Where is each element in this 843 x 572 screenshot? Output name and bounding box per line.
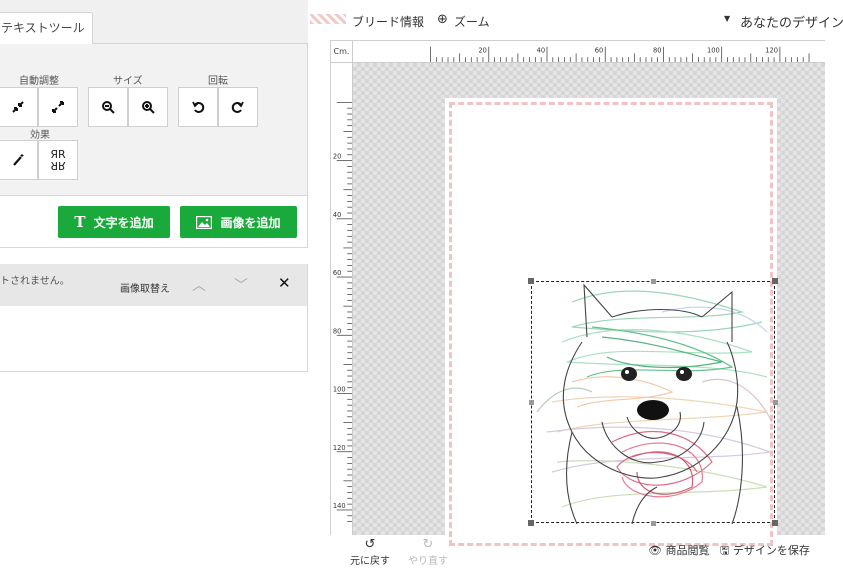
ruler-label: 80 (653, 46, 661, 54)
ruler-label: 140 (333, 502, 346, 510)
ruler-label: 20 (333, 153, 342, 161)
zoom-out-button[interactable] (88, 87, 128, 127)
redo-button[interactable]: ↻ やり直す (408, 537, 448, 568)
layer-message: トされません。 (0, 276, 70, 287)
ruler-label: 100 (333, 386, 346, 394)
chevron-up-icon[interactable]: ︿ (192, 275, 206, 295)
rotate-left-icon (192, 101, 205, 113)
save-icon: 🖫 (720, 544, 730, 557)
magic-wand-button[interactable] (0, 140, 38, 180)
tab-strip: テキストツール (0, 0, 308, 45)
zoom-in-icon (142, 101, 155, 114)
resize-handle-left[interactable] (529, 400, 534, 405)
ruler-label: 40 (537, 46, 546, 54)
selected-image[interactable] (531, 281, 775, 524)
zoom-out-icon (102, 101, 115, 114)
add-text-label: 文字を追加 (93, 215, 154, 230)
left-panel: テキストツール 自動調整 サイズ 回転 効果 ЯR ЯR T 文字を追加 画像を… (0, 0, 308, 572)
ruler-label: 40 (333, 211, 342, 219)
resize-handle-right[interactable] (773, 400, 778, 405)
your-design-dropdown[interactable]: あなたのデザイン (740, 12, 843, 31)
rotate-label: 回転 (208, 76, 228, 87)
product-preview-button[interactable]: 👁 商品閲覧 (648, 542, 709, 558)
save-design-label: デザインを保存 (732, 544, 810, 557)
add-image-button[interactable]: 画像を追加 (180, 206, 297, 238)
layer-list (0, 306, 308, 372)
add-text-button[interactable]: T 文字を追加 (58, 206, 170, 238)
ruler-label: 20 (478, 46, 487, 54)
undo-label: 元に戻す (350, 556, 390, 567)
redo-label: やり直す (408, 556, 448, 567)
size-label: サイズ (113, 76, 143, 87)
bleed-swatch-icon (310, 14, 346, 24)
rotate-right-button[interactable] (218, 87, 258, 127)
save-design-button[interactable]: 🖫 デザインを保存 (720, 542, 810, 561)
dog-drawing-image (536, 283, 773, 524)
ruler-label: 60 (595, 46, 604, 54)
ruler-label: 60 (333, 269, 342, 277)
magic-wand-icon (13, 154, 24, 166)
add-buttons-area: T 文字を追加 画像を追加 (0, 196, 308, 248)
product-preview-label: 商品閲覧 (665, 544, 710, 557)
undo-icon: ↺ (364, 537, 376, 552)
canvas-toolbar: ブリード情報 ⊕ ズーム ▼ あなたのデザイン (308, 0, 843, 38)
redo-icon: ↻ (422, 537, 434, 552)
bottom-bar: ↺ 元に戻す ↻ やり直す 👁 商品閲覧 🖫 デザインを保存 (330, 538, 843, 572)
flip-icon-mirror: ЯR (50, 159, 66, 172)
auto-adjust-label: 自動調整 (19, 76, 59, 87)
close-icon[interactable]: ✕ (278, 274, 291, 292)
eye-icon: 👁 (648, 544, 662, 557)
rotate-left-button[interactable] (178, 87, 218, 127)
ruler-label: 80 (333, 327, 342, 335)
zoom-icon[interactable]: ⊕ (437, 12, 448, 27)
image-tools: 自動調整 サイズ 回転 効果 ЯR ЯR (0, 44, 308, 196)
chevron-down-icon[interactable]: ﹀ (234, 275, 248, 295)
swap-image-button[interactable]: 画像取替え (120, 280, 170, 295)
add-image-label: 画像を追加 (220, 215, 281, 230)
design-workspace: Cm. 20 40 60 80 100 120 20 40 60 80 100 120 140 (330, 40, 825, 550)
image-icon (196, 215, 213, 229)
canvas-background (353, 63, 825, 550)
flip-button[interactable]: ЯR ЯR (38, 140, 78, 180)
bleed-info-button[interactable]: ブリード情報 (352, 13, 424, 30)
zoom-in-button[interactable] (128, 87, 168, 127)
undo-button[interactable]: ↺ 元に戻す (350, 537, 390, 568)
rotate-right-icon (231, 101, 244, 113)
effects-label: 効果 (30, 130, 50, 141)
ruler-unit: Cm. (331, 41, 353, 63)
resize-handle-bl[interactable] (528, 520, 534, 526)
resize-handle-br[interactable] (772, 520, 778, 526)
ruler-label: 120 (765, 46, 778, 54)
expand-fit-button[interactable] (38, 87, 78, 127)
resize-handle-bottom[interactable] (651, 521, 656, 526)
ruler-label: 100 (707, 46, 720, 54)
zoom-button[interactable]: ズーム (454, 13, 490, 30)
expand-icon (52, 101, 64, 113)
resize-handle-tr[interactable] (772, 278, 778, 284)
shrink-icon (12, 101, 24, 113)
vertical-ruler: 20 40 60 80 100 120 140 (331, 63, 353, 535)
resize-handle-tl[interactable] (528, 278, 534, 284)
layer-bar: トされません。 画像取替え ︿ ﹀ ✕ (0, 264, 308, 306)
text-icon: T (74, 213, 86, 231)
ruler-label: 120 (333, 444, 346, 452)
caret-down-icon[interactable]: ▼ (724, 14, 730, 23)
horizontal-ruler: 20 40 60 80 100 120 (353, 41, 825, 63)
shrink-fit-button[interactable] (0, 87, 38, 127)
resize-handle-top[interactable] (651, 279, 656, 284)
tab-text-tool[interactable]: テキストツール (0, 12, 93, 45)
